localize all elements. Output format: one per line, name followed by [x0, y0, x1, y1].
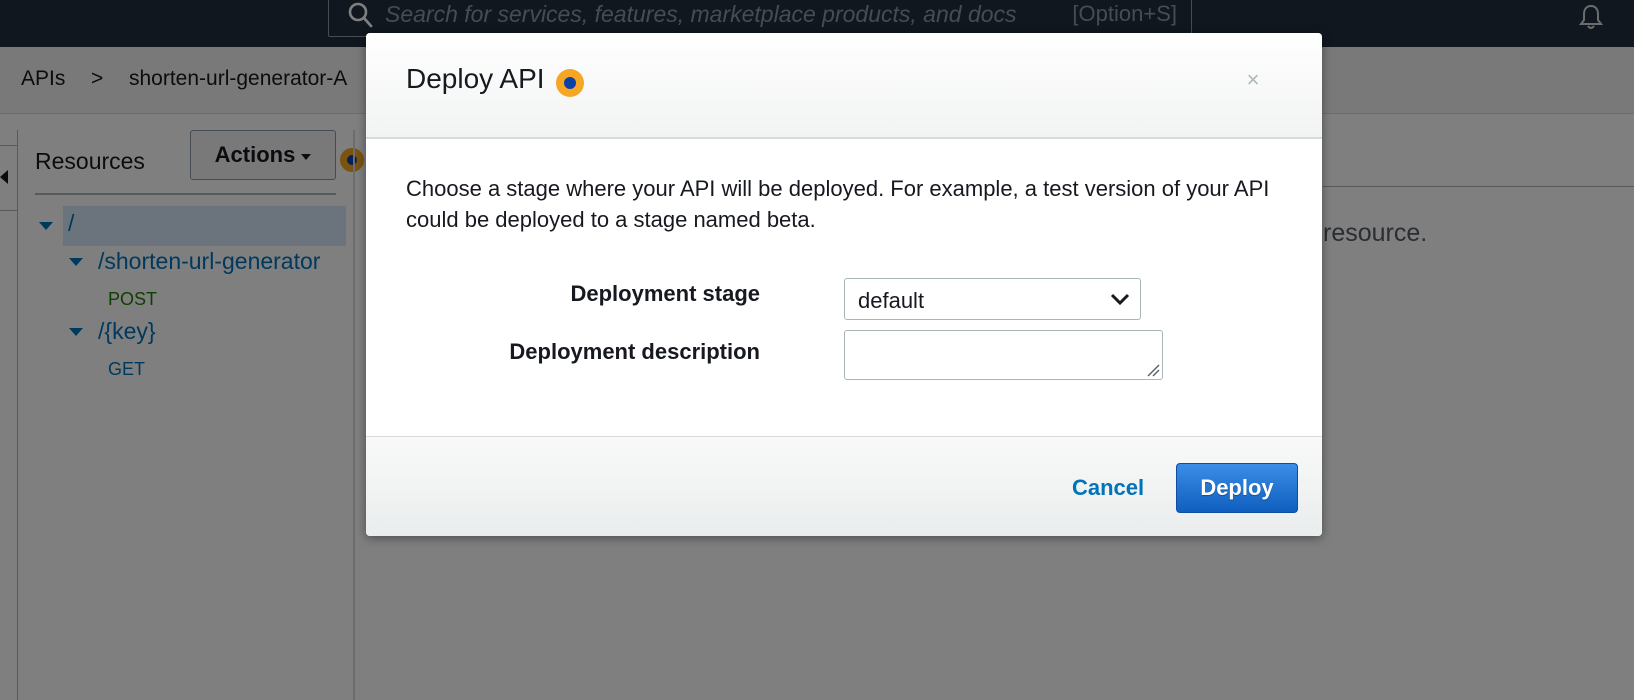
deploy-button[interactable]: Deploy [1176, 463, 1298, 513]
cancel-button[interactable]: Cancel [1072, 475, 1144, 501]
modal-description: Choose a stage where your API will be de… [406, 176, 1270, 232]
deploy-api-modal: Deploy API × Choose a stage where your A… [366, 33, 1322, 536]
deployment-description-field[interactable] [844, 330, 1163, 380]
chevron-down-icon [1110, 293, 1130, 306]
resize-grip-icon[interactable] [1146, 363, 1160, 377]
deployment-stage-label: Deployment stage [570, 281, 761, 306]
deployment-description-label: Deployment description [509, 339, 760, 364]
modal-title: Deploy API [406, 63, 545, 94]
close-icon[interactable]: × [1242, 69, 1264, 91]
deployment-stage-select[interactable]: default [844, 278, 1141, 320]
deployment-stage-value: default [858, 288, 925, 313]
modal-footer: Cancel Deploy [366, 436, 1322, 536]
help-icon[interactable] [556, 69, 584, 97]
modal-header: Deploy API × [366, 33, 1322, 139]
